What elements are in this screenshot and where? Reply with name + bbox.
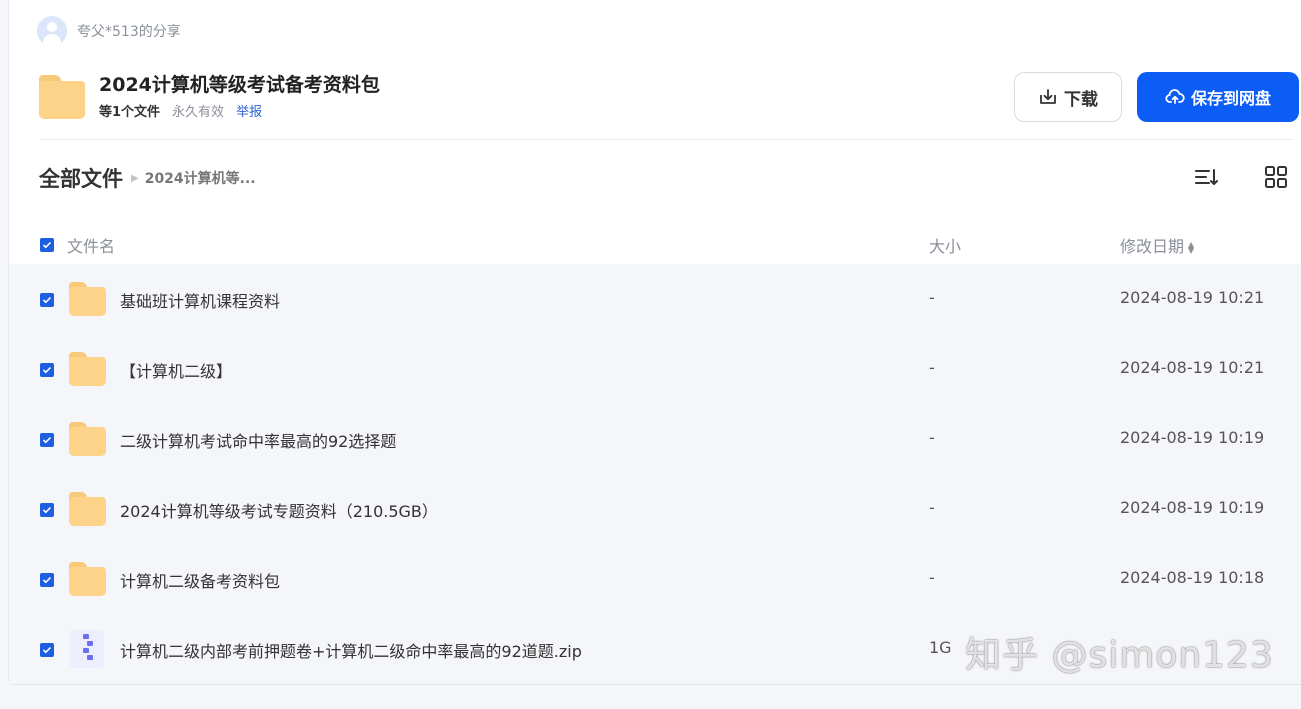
- row-checkbox[interactable]: [40, 363, 54, 377]
- file-size: 1G: [929, 638, 952, 657]
- table-row[interactable]: 计算机二级备考资料包 - 2024-08-19 10:18: [9, 544, 1301, 614]
- share-panel: 夸父*513的分享 2024计算机等级考试备考资料包 等1个文件 永久有效 举报…: [8, 0, 1301, 685]
- file-count: 等1个文件: [99, 105, 161, 120]
- table-header: 文件名 大小 修改日期 ▲ ▼: [9, 228, 1301, 262]
- file-name[interactable]: 计算机二级备考资料包: [120, 568, 280, 592]
- download-label: 下载: [1064, 89, 1098, 110]
- save-label: 保存到网盘: [1190, 89, 1271, 108]
- row-checkbox[interactable]: [40, 573, 54, 587]
- sort-icon: [1195, 169, 1218, 185]
- file-size: -: [929, 568, 935, 587]
- table-row[interactable]: 2024计算机等级考试专题资料（210.5GB） - 2024-08-19 10…: [9, 474, 1301, 544]
- download-icon: [1040, 89, 1056, 104]
- share-title: 2024计算机等级考试备考资料包: [99, 74, 380, 96]
- zip-file-icon: [70, 630, 104, 668]
- sort-button[interactable]: [1194, 165, 1220, 191]
- file-date: 2024-08-19 10:18: [1120, 568, 1265, 587]
- avatar: [37, 16, 67, 46]
- file-date: 2024-08-19 10:21: [1120, 288, 1265, 307]
- file-date: 2024-08-19 10:19: [1120, 428, 1265, 447]
- breadcrumb-root[interactable]: 全部文件: [39, 163, 123, 193]
- share-header: 2024计算机等级考试备考资料包 等1个文件 永久有效 举报: [39, 72, 380, 120]
- sharer-name: 夸父*513的分享: [77, 24, 181, 40]
- check-icon: [42, 646, 52, 654]
- row-checkbox[interactable]: [40, 293, 54, 307]
- folder-icon: [69, 562, 106, 596]
- column-header-size: 大小: [929, 237, 962, 256]
- breadcrumb-separator-icon: ▶: [131, 172, 139, 184]
- sort-arrows-icon: ▲ ▼: [1188, 239, 1195, 255]
- file-name[interactable]: 基础班计算机课程资料: [120, 288, 280, 312]
- cloud-upload-icon: [1165, 89, 1185, 104]
- check-icon: [42, 506, 52, 514]
- grid-icon: [1265, 166, 1287, 188]
- check-icon: [42, 366, 52, 374]
- select-all-checkbox[interactable]: [40, 238, 54, 252]
- file-list: 基础班计算机课程资料 - 2024-08-19 10:21 【计算机二级】 - …: [9, 264, 1301, 684]
- folder-icon: [69, 422, 106, 456]
- sharer-info: 夸父*513的分享: [37, 16, 181, 46]
- column-header-date-label: 修改日期: [1120, 237, 1185, 256]
- grid-view-button[interactable]: [1264, 165, 1288, 189]
- table-row[interactable]: 二级计算机考试命中率最高的92选择题 - 2024-08-19 10:19: [9, 404, 1301, 474]
- check-icon: [42, 576, 52, 584]
- folder-icon: [69, 492, 106, 526]
- column-header-date[interactable]: 修改日期 ▲ ▼: [1120, 233, 1194, 257]
- file-size: -: [929, 498, 935, 517]
- folder-icon: [39, 75, 85, 119]
- save-to-cloud-button[interactable]: 保存到网盘: [1137, 72, 1299, 122]
- validity-label: 永久有效: [172, 105, 225, 120]
- file-name[interactable]: 【计算机二级】: [120, 358, 232, 382]
- watermark: 知乎 @simon123: [965, 635, 1274, 676]
- breadcrumb-current: 2024计算机等...: [144, 171, 256, 187]
- file-name[interactable]: 2024计算机等级考试专题资料（210.5GB）: [120, 498, 438, 522]
- download-button[interactable]: 下载: [1014, 72, 1122, 122]
- report-link[interactable]: 举报: [236, 101, 262, 120]
- folder-icon: [69, 352, 106, 386]
- file-name[interactable]: 二级计算机考试命中率最高的92选择题: [120, 428, 396, 452]
- row-checkbox[interactable]: [40, 433, 54, 447]
- row-checkbox[interactable]: [40, 643, 54, 657]
- divider: [39, 139, 1294, 140]
- breadcrumb: 全部文件 ▶ 2024计算机等...: [39, 163, 256, 193]
- file-size: -: [929, 358, 935, 377]
- column-header-name: 文件名: [67, 237, 116, 256]
- table-row[interactable]: 基础班计算机课程资料 - 2024-08-19 10:21: [9, 264, 1301, 334]
- check-icon: [42, 296, 52, 304]
- folder-icon: [69, 282, 106, 316]
- check-icon: [42, 436, 52, 444]
- file-name[interactable]: 计算机二级内部考前押题卷+计算机二级命中率最高的92道题.zip: [120, 638, 582, 662]
- check-icon: [42, 241, 52, 249]
- file-date: 2024-08-19 10:21: [1120, 358, 1265, 377]
- table-row[interactable]: 【计算机二级】 - 2024-08-19 10:21: [9, 334, 1301, 404]
- file-size: -: [929, 288, 935, 307]
- file-size: -: [929, 428, 935, 447]
- row-checkbox[interactable]: [40, 503, 54, 517]
- file-date: 2024-08-19 10:19: [1120, 498, 1265, 517]
